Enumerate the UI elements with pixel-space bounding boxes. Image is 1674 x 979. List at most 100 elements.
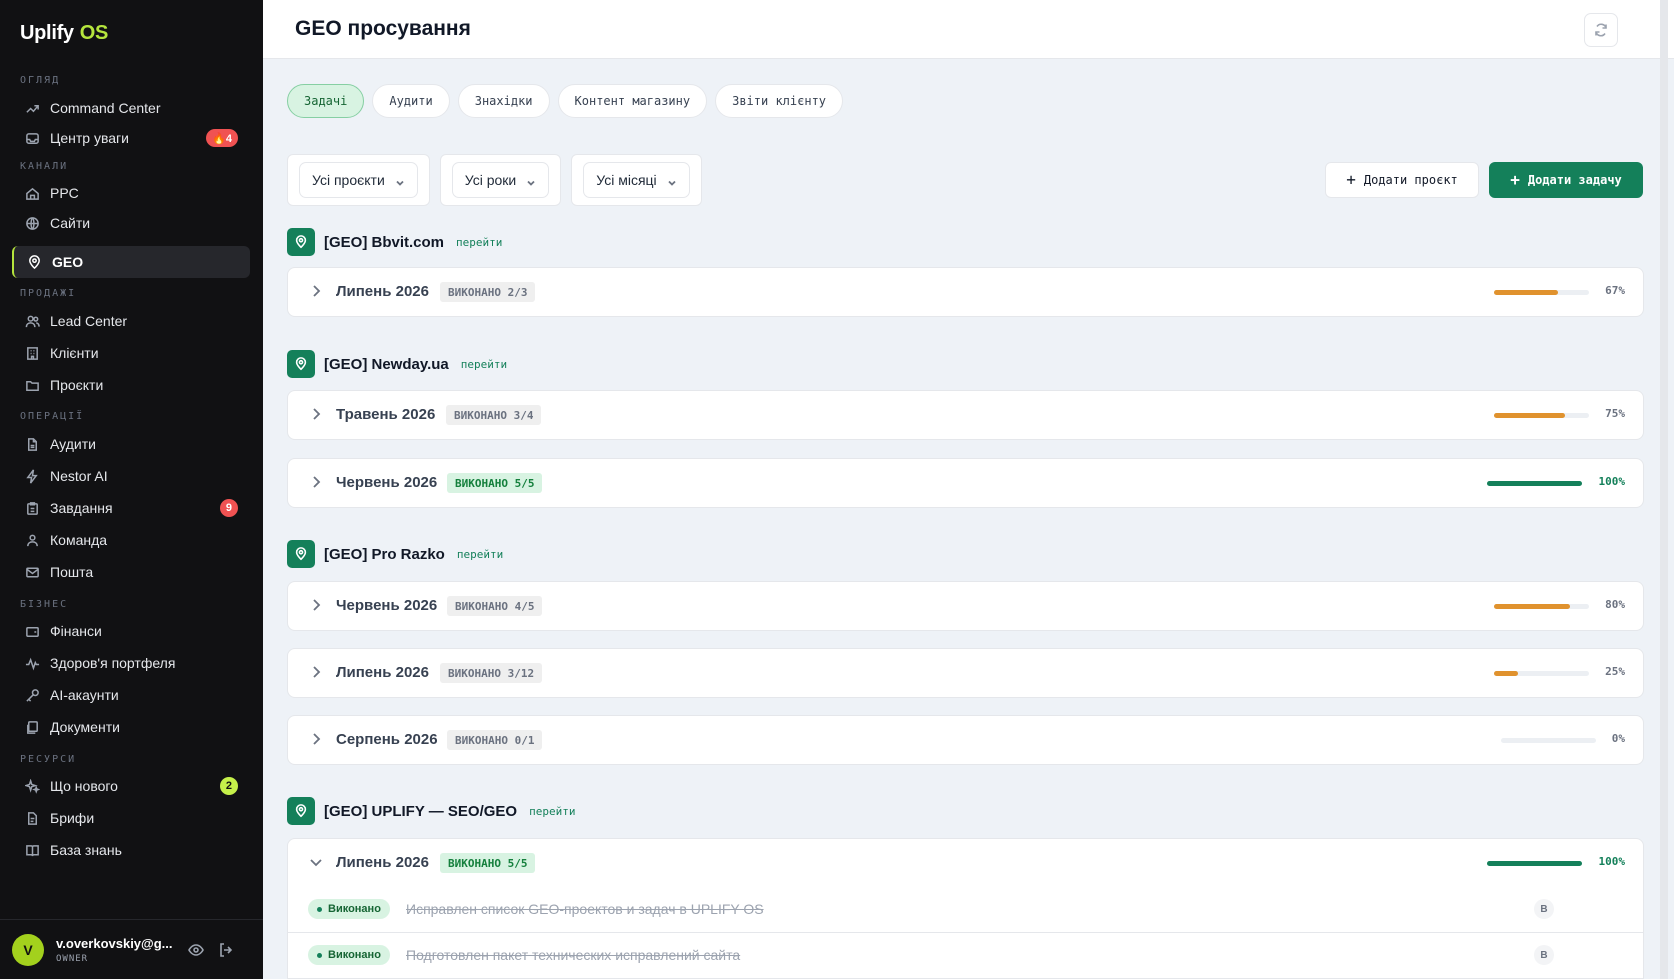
page-title: GEO просування [295, 17, 471, 40]
sidebar-item-nestor-ai[interactable]: Nestor AI [12, 460, 250, 492]
add-project-button[interactable]: + Додати проєкт [1325, 162, 1479, 198]
nav-section-resources: РЕСУРСИ [20, 754, 77, 765]
add-task-button[interactable]: + Додати задачу [1489, 162, 1643, 198]
tab-store-content[interactable]: Контент магазину [557, 84, 708, 118]
chevron-right-icon [308, 283, 324, 299]
month-row[interactable]: Липень 2026 ВИКОНАНО 2/3 67% [287, 267, 1644, 317]
sidebar-item-briefs[interactable]: Брифи [12, 802, 250, 834]
month-status-badge: ВИКОНАНО 4/5 [447, 596, 543, 616]
plus-icon: + [1346, 170, 1356, 189]
month-progress-bar [1501, 738, 1596, 743]
sidebar-item-ai-accounts[interactable]: AI-акаунти [12, 679, 250, 711]
task-row[interactable]: Виконано Исправлен список GEO-проектов и… [287, 887, 1644, 933]
users-icon [24, 313, 40, 329]
sidebar-item-command-center[interactable]: Command Center [12, 92, 250, 124]
task-title: Подготовлен пакет технических исправлени… [406, 947, 741, 963]
folder-icon [24, 377, 40, 393]
chevron-down-icon [667, 175, 677, 186]
sidebar-item-tasks[interactable]: Завдання 9 [12, 492, 250, 524]
month-row[interactable]: Червень 2026 ВИКОНАНО 4/5 80% [287, 581, 1644, 631]
filter-years-select[interactable]: Усі роки [451, 162, 550, 198]
sidebar-item-knowledge-base[interactable]: База знань [12, 834, 250, 866]
task-status-badge: Виконано [308, 899, 390, 919]
nav-section-business: БІЗНЕС [20, 599, 69, 610]
project-header: [GEO] Bbvit.com перейти [287, 228, 502, 256]
mail-icon [24, 564, 40, 580]
sidebar-item-lead-center[interactable]: Lead Center [12, 305, 250, 337]
tab-audits[interactable]: Аудити [372, 84, 450, 118]
month-row[interactable]: Липень 2026 ВИКОНАНО 3/12 25% [287, 648, 1644, 698]
project-open-link[interactable]: перейти [457, 548, 503, 561]
bolt-icon [24, 468, 40, 484]
file-icon [24, 436, 40, 452]
map-pin-icon [287, 540, 315, 568]
tab-tasks[interactable]: Задачі [287, 84, 365, 118]
month-row[interactable]: Серпень 2026 ВИКОНАНО 0/1 0% [287, 715, 1644, 765]
project-name: [GEO] Newday.ua [324, 355, 449, 373]
month-progress-bar [1494, 413, 1589, 418]
project-open-link[interactable]: перейти [461, 358, 507, 371]
key-icon [24, 687, 40, 703]
project-name: [GEO] Bbvit.com [324, 233, 445, 251]
month-status-badge: ВИКОНАНО 0/1 [447, 730, 543, 750]
logout-icon[interactable] [216, 940, 236, 960]
month-progress-pct: 100% [1598, 475, 1626, 488]
month-row[interactable]: Липень 2026 ВИКОНАНО 5/5 100% [287, 838, 1644, 888]
sidebar-item-finance[interactable]: Фінанси [12, 615, 250, 647]
filter-months-select[interactable]: Усі місяці [583, 162, 690, 198]
sidebar-item-sites[interactable]: Сайти [12, 207, 250, 239]
chevron-right-icon [308, 406, 324, 422]
task-row[interactable]: Виконано Подготовлен пакет технических и… [287, 933, 1644, 979]
sidebar-item-whats-new[interactable]: Що нового 2 [12, 770, 250, 802]
sidebar-item-attention-center[interactable]: Центр уваги 🔥4 [12, 122, 250, 154]
month-status-badge: ВИКОНАНО 3/4 [446, 405, 542, 425]
sidebar-item-portfolio-health[interactable]: Здоров'я портфеля [12, 647, 250, 679]
docs-icon [24, 719, 40, 735]
sidebar-item-geo[interactable]: GEO [12, 246, 250, 278]
nav-section-overview: ОГЛЯД [20, 75, 61, 86]
month-title: Серпень 2026 [336, 731, 438, 748]
nav-section-channels: КАНАЛИ [20, 161, 69, 172]
month-row[interactable]: Травень 2026 ВИКОНАНО 3/4 75% [287, 390, 1644, 440]
task-assignee: B [1534, 899, 1554, 919]
filter-projects-select[interactable]: Усі проєкти [299, 162, 418, 198]
month-progress-bar [1487, 861, 1582, 866]
pin-icon [26, 254, 42, 270]
sidebar-item-projects[interactable]: Проєкти [12, 369, 250, 401]
tab-bar: Задачі Аудити Знахідки Контент магазину … [287, 84, 844, 118]
filter-projects-box: Усі проєкти [287, 154, 430, 206]
top-bar: GEO просування [263, 0, 1674, 59]
eye-icon[interactable] [186, 940, 206, 960]
month-progress-bar [1487, 481, 1582, 486]
filters: Усі проєкти Усі роки Усі місяці [287, 154, 702, 206]
globe-icon [24, 215, 40, 231]
chevron-right-icon [308, 474, 324, 490]
month-status-badge: ВИКОНАНО 2/3 [440, 282, 536, 302]
nav-section-operations: ОПЕРАЦІЇ [20, 411, 85, 422]
month-title: Липень 2026 [336, 854, 429, 871]
task-status-badge: Виконано [308, 945, 390, 965]
project-header: [GEO] Pro Razko перейти [287, 540, 503, 568]
scrollbar[interactable] [1660, 0, 1668, 979]
sidebar-item-clients[interactable]: Клієнти [12, 337, 250, 369]
clipboard-icon [24, 500, 40, 516]
month-row[interactable]: Червень 2026 ВИКОНАНО 5/5 100% [287, 458, 1644, 508]
month-title: Липень 2026 [336, 664, 429, 681]
sidebar-item-documents[interactable]: Документи [12, 711, 250, 743]
avatar[interactable]: V [12, 933, 44, 966]
sidebar-item-ppc[interactable]: PPC [12, 177, 250, 209]
sidebar-item-team[interactable]: Команда [12, 524, 250, 556]
project-open-link[interactable]: перейти [529, 805, 575, 818]
month-progress-bar [1494, 604, 1589, 609]
project-open-link[interactable]: перейти [456, 236, 502, 249]
tab-client-reports[interactable]: Звіти клієнту [715, 84, 844, 118]
app-logo[interactable]: Uplify OS [20, 22, 108, 45]
tab-findings[interactable]: Знахідки [457, 84, 550, 118]
refresh-button[interactable] [1584, 13, 1618, 47]
sidebar-item-audits[interactable]: Аудити [12, 428, 250, 460]
sidebar-item-mail[interactable]: Пошта [12, 556, 250, 588]
month-progress-pct: 80% [1605, 598, 1625, 611]
book-icon [24, 842, 40, 858]
project-header: [GEO] Newday.ua перейти [287, 350, 507, 378]
month-progress-pct: 25% [1605, 665, 1625, 678]
